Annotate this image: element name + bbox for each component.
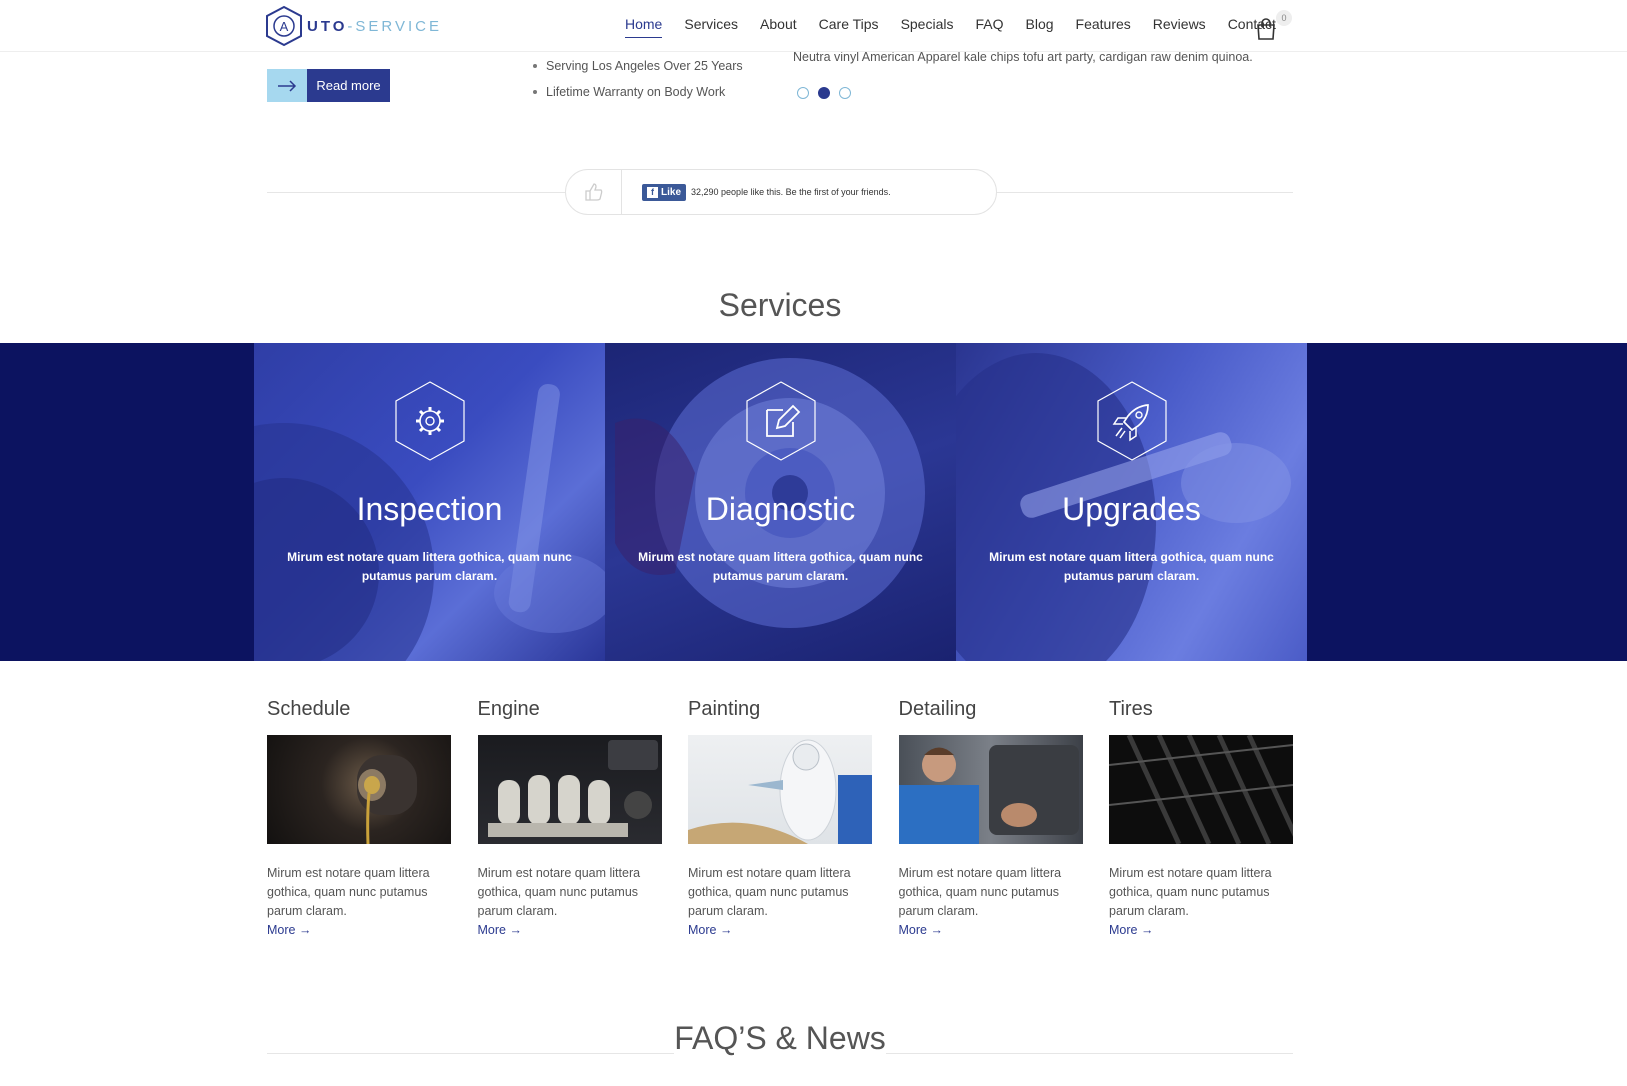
card-text: Mirum est notare quam littera gothica, q… bbox=[1109, 866, 1272, 918]
slider-dot-2[interactable] bbox=[818, 87, 830, 99]
feature-bullets: Serving Los Angeles Over 25 Years Lifeti… bbox=[530, 56, 743, 108]
facebook-icon: f bbox=[647, 186, 658, 198]
testimonial-text: Neutra vinyl American Apparel kale chips… bbox=[793, 50, 1253, 64]
nav-specials[interactable]: Specials bbox=[890, 16, 965, 38]
card-text: Mirum est notare quam littera gothica, q… bbox=[477, 866, 641, 918]
logo[interactable]: A UTO-SERVICE bbox=[265, 5, 442, 47]
card-schedule: Schedule Mirum est notare quam littera g… bbox=[267, 698, 451, 940]
edit-icon bbox=[745, 381, 816, 461]
tire-tread-image[interactable] bbox=[1109, 735, 1293, 844]
card-title: Detailing bbox=[898, 698, 977, 720]
service-description: Mirum est notare quam littera gothica, q… bbox=[638, 550, 923, 583]
read-more-button[interactable]: Read more bbox=[267, 69, 390, 102]
card-more-link[interactable]: More → bbox=[688, 921, 872, 940]
nav-home[interactable]: Home bbox=[614, 16, 673, 38]
nav-care-tips[interactable]: Care Tips bbox=[808, 16, 890, 38]
card-tires: Tires Mirum est notare quam littera goth… bbox=[1109, 698, 1293, 940]
svg-text:A: A bbox=[280, 19, 289, 34]
logo-text-a: UTO bbox=[307, 17, 348, 35]
facebook-like-button[interactable]: f Like bbox=[642, 183, 687, 201]
slider-dot-1[interactable] bbox=[797, 87, 809, 99]
service-panel-inspection[interactable]: Inspection Mirum est notare quam littera… bbox=[254, 343, 605, 661]
card-text: Mirum est notare quam littera gothica, q… bbox=[688, 866, 851, 918]
card-title: Schedule bbox=[267, 698, 351, 720]
nav-about[interactable]: About bbox=[749, 16, 808, 38]
rocket-icon bbox=[1096, 381, 1167, 461]
logo-text-b: -SERVICE bbox=[347, 17, 442, 35]
service-title: Inspection bbox=[356, 491, 503, 527]
card-more-link[interactable]: More → bbox=[1109, 921, 1293, 940]
thumbs-up-icon bbox=[566, 169, 622, 215]
card-painting: Painting Mirum est notare quam littera g… bbox=[688, 698, 872, 940]
card-more-link[interactable]: More → bbox=[899, 921, 1083, 940]
service-cards: Schedule Mirum est notare quam littera g… bbox=[267, 698, 1293, 940]
gear-icon bbox=[394, 381, 465, 461]
card-text: Mirum est notare quam littera gothica, q… bbox=[267, 866, 430, 918]
service-panel-upgrades[interactable]: Upgrades Mirum est notare quam littera g… bbox=[956, 343, 1307, 661]
card-text: Mirum est notare quam littera gothica, q… bbox=[898, 866, 1062, 918]
arrow-right-icon bbox=[267, 69, 307, 102]
nav-features[interactable]: Features bbox=[1065, 16, 1142, 38]
services-title: Services bbox=[718, 287, 842, 323]
card-detailing: Detailing Mirum est notare quam littera … bbox=[898, 698, 1083, 940]
slider-dot-3[interactable] bbox=[839, 87, 851, 99]
card-title: Tires bbox=[1109, 698, 1153, 720]
bullet-item: Lifetime Warranty on Body Work bbox=[530, 82, 743, 108]
nav-services[interactable]: Services bbox=[673, 16, 749, 38]
card-title: Engine bbox=[477, 698, 540, 720]
nav-faq[interactable]: FAQ bbox=[964, 16, 1014, 38]
facebook-like-box: f Like 32,290 people like this. Be the fi… bbox=[565, 169, 997, 215]
service-title: Diagnostic bbox=[705, 491, 856, 527]
logo-hexagon-icon: A bbox=[266, 5, 302, 47]
engine-image[interactable] bbox=[477, 735, 662, 844]
card-engine: Engine Mirum est notare quam littera got… bbox=[477, 698, 662, 940]
card-more-link[interactable]: More → bbox=[478, 921, 662, 940]
nav-blog[interactable]: Blog bbox=[1015, 16, 1065, 38]
nav-reviews[interactable]: Reviews bbox=[1142, 16, 1217, 38]
card-more-link[interactable]: More → bbox=[267, 921, 451, 940]
site-header: A UTO-SERVICE Home Services About Care T… bbox=[0, 0, 1627, 52]
service-title: Upgrades bbox=[1062, 491, 1201, 527]
read-more-label: Read more bbox=[307, 69, 390, 102]
shopping-bag-icon[interactable] bbox=[1256, 18, 1276, 40]
facebook-like-count: 32,290 people like this. Be the first of… bbox=[691, 187, 891, 197]
oil-pour-image[interactable] bbox=[267, 735, 451, 844]
service-description: Mirum est notare quam littera gothica, q… bbox=[287, 550, 572, 583]
cart-count-badge: 0 bbox=[1276, 10, 1292, 26]
service-panel-diagnostic[interactable]: Diagnostic Mirum est notare quam littera… bbox=[605, 343, 956, 661]
card-title: Painting bbox=[688, 698, 761, 720]
bullet-item: Serving Los Angeles Over 25 Years bbox=[530, 56, 743, 82]
main-nav: Home Services About Care Tips Specials F… bbox=[614, 16, 1287, 38]
faq-news-title: FAQ’S & News bbox=[674, 1020, 886, 1056]
service-description: Mirum est notare quam littera gothica, q… bbox=[989, 550, 1274, 583]
mechanic-image[interactable] bbox=[898, 735, 1083, 844]
slider-dots bbox=[797, 87, 851, 99]
painting-image[interactable] bbox=[688, 735, 872, 844]
